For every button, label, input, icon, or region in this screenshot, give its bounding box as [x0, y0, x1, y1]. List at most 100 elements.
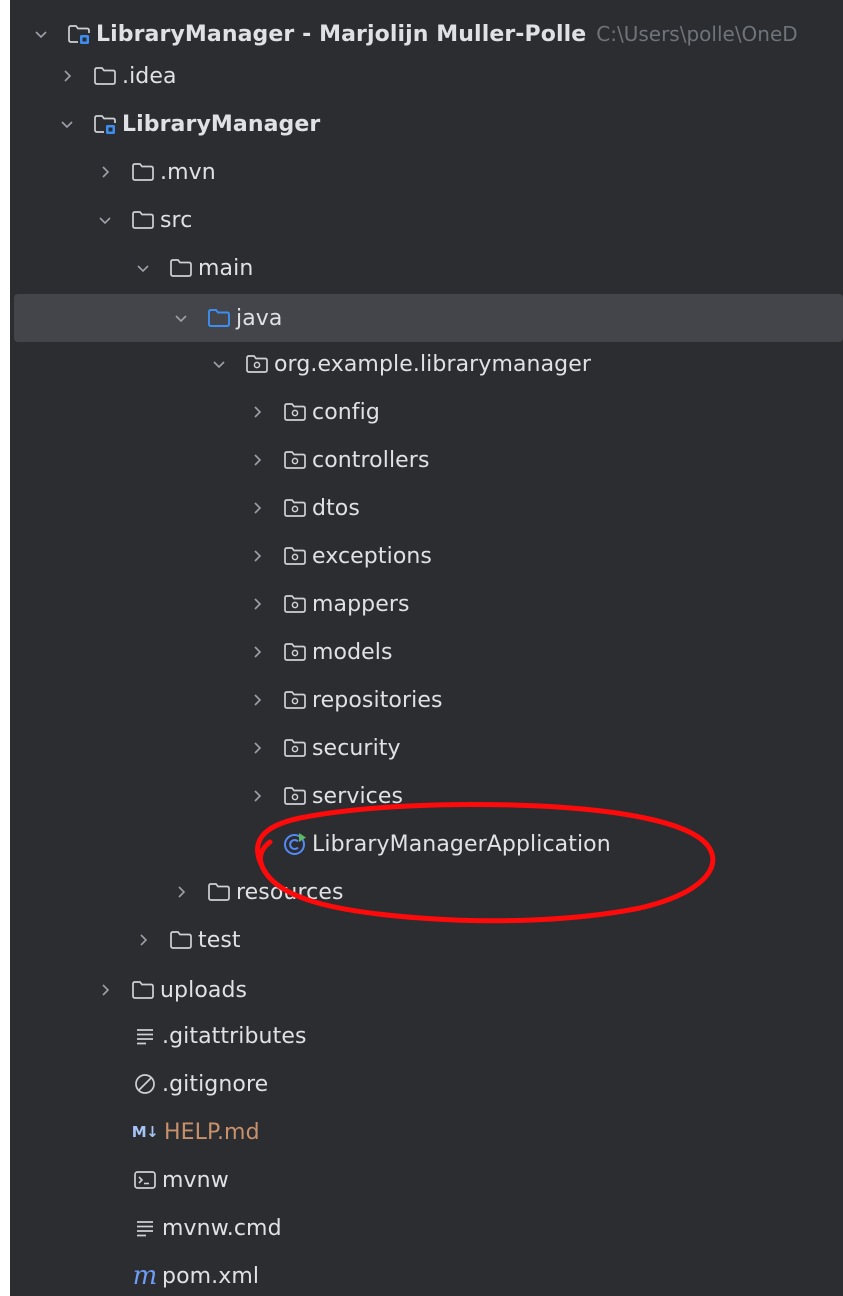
- tree-label: mvnw.cmd: [162, 1215, 282, 1241]
- tree-label: uploads: [160, 977, 248, 1003]
- tree-row-help-md[interactable]: M↓ HELP.md: [10, 1108, 843, 1156]
- tree-label: mvnw: [162, 1167, 229, 1193]
- chevron-down-icon[interactable]: [208, 353, 230, 375]
- chevron-down-icon[interactable]: [56, 113, 78, 135]
- chevron-right-icon[interactable]: [246, 641, 268, 663]
- tree-row-idea[interactable]: .idea: [10, 52, 843, 100]
- tree-row-exceptions[interactable]: exceptions: [10, 532, 843, 580]
- tree-label: .mvn: [160, 159, 216, 185]
- package-icon: [282, 495, 308, 521]
- tree-row-models[interactable]: models: [10, 628, 843, 676]
- tree-label: org.example.librarymanager: [274, 351, 592, 377]
- tree-label: resources: [236, 879, 344, 905]
- chevron-right-icon[interactable]: [132, 929, 154, 951]
- tree-label: main: [198, 255, 254, 281]
- tree-row-mvnw[interactable]: mvnw: [10, 1156, 843, 1204]
- tree-label: test: [198, 927, 241, 953]
- tree-label: HELP.md: [164, 1119, 260, 1145]
- tree-row-gitattributes[interactable]: .gitattributes: [10, 1012, 843, 1060]
- tree-row-project-root[interactable]: LibraryManager - Marjolijn Muller-Polle …: [10, 10, 843, 58]
- markdown-icon: M↓: [131, 1123, 159, 1141]
- chevron-down-icon[interactable]: [94, 209, 116, 231]
- tree-label: pom.xml: [162, 1263, 260, 1289]
- chevron-right-icon[interactable]: [246, 593, 268, 615]
- folder-icon: [130, 977, 156, 1003]
- spring-boot-application-icon: [282, 831, 308, 857]
- project-name: LibraryManager - Marjolijn Muller-Polle: [96, 21, 587, 47]
- terminal-file-icon: [132, 1167, 158, 1193]
- tree-row-mvn[interactable]: .mvn: [10, 148, 843, 196]
- project-tool-window: LibraryManager - Marjolijn Muller-Polle …: [10, 0, 843, 1296]
- folder-icon: [130, 207, 156, 233]
- tree-row-librarymanagerapplication[interactable]: LibraryManagerApplication: [10, 820, 843, 868]
- tree-row-mvnw-cmd[interactable]: mvnw.cmd: [10, 1204, 843, 1252]
- tree-row-uploads[interactable]: uploads: [10, 966, 843, 1014]
- tree-label: config: [312, 399, 380, 425]
- chevron-right-icon[interactable]: [246, 545, 268, 567]
- chevron-right-icon[interactable]: [246, 497, 268, 519]
- folder-icon: [130, 159, 156, 185]
- chevron-right-icon[interactable]: [246, 401, 268, 423]
- tree-label: .idea: [122, 63, 177, 89]
- package-icon: [282, 783, 308, 809]
- package-icon: [282, 639, 308, 665]
- tree-row-dtos[interactable]: dtos: [10, 484, 843, 532]
- tree-label: services: [312, 783, 404, 809]
- folder-icon: [168, 255, 194, 281]
- chevron-right-icon[interactable]: [94, 979, 116, 1001]
- chevron-right-icon[interactable]: [246, 737, 268, 759]
- chevron-right-icon[interactable]: [56, 65, 78, 87]
- chevron-right-icon[interactable]: [170, 881, 192, 903]
- package-icon: [282, 735, 308, 761]
- tree-label: LibraryManagerApplication: [312, 831, 611, 857]
- package-icon: [282, 687, 308, 713]
- tree-row-resources[interactable]: resources: [10, 868, 843, 916]
- tree-label: .gitignore: [162, 1071, 269, 1097]
- folder-icon: [206, 879, 232, 905]
- text-file-icon: [132, 1023, 158, 1049]
- package-icon: [282, 543, 308, 569]
- tree-label: mappers: [312, 591, 410, 617]
- tree-row-config[interactable]: config: [10, 388, 843, 436]
- tree-row-main[interactable]: main: [10, 244, 843, 292]
- tree-row-src[interactable]: src: [10, 196, 843, 244]
- tree-row-security[interactable]: security: [10, 724, 843, 772]
- chevron-right-icon[interactable]: [246, 689, 268, 711]
- text-file-icon: [132, 1215, 158, 1241]
- folder-icon: [168, 927, 194, 953]
- chevron-down-icon[interactable]: [30, 23, 52, 45]
- tree-label: models: [312, 639, 393, 665]
- tree-row-mappers[interactable]: mappers: [10, 580, 843, 628]
- tree-label: controllers: [312, 447, 430, 473]
- tree-row-pom-xml[interactable]: m pom.xml: [10, 1252, 843, 1296]
- tree-row-services[interactable]: services: [10, 772, 843, 820]
- maven-icon: m: [132, 1261, 158, 1291]
- chevron-right-icon[interactable]: [94, 161, 116, 183]
- tree-row-controllers[interactable]: controllers: [10, 436, 843, 484]
- package-icon: [282, 447, 308, 473]
- tree-label: exceptions: [312, 543, 432, 569]
- package-icon: [282, 591, 308, 617]
- chevron-right-icon[interactable]: [246, 449, 268, 471]
- ignore-file-icon: [132, 1071, 158, 1097]
- tree-label: LibraryManager: [122, 111, 321, 137]
- tree-row-repositories[interactable]: repositories: [10, 676, 843, 724]
- project-path: C:\Users\polle\OneD: [596, 22, 798, 46]
- source-folder-icon: [206, 305, 232, 331]
- tree-row-package-root[interactable]: org.example.librarymanager: [10, 340, 843, 388]
- tree-label: .gitattributes: [162, 1023, 307, 1049]
- tree-label: repositories: [312, 687, 443, 713]
- tree-row-test[interactable]: test: [10, 916, 843, 964]
- module-folder-icon: [66, 21, 92, 47]
- chevron-down-icon[interactable]: [132, 257, 154, 279]
- chevron-right-icon[interactable]: [246, 785, 268, 807]
- tree-row-java[interactable]: java: [14, 294, 843, 342]
- package-icon: [282, 399, 308, 425]
- tree-label: dtos: [312, 495, 360, 521]
- tree-label: security: [312, 735, 401, 761]
- tree-row-gitignore[interactable]: .gitignore: [10, 1060, 843, 1108]
- chevron-down-icon[interactable]: [170, 307, 192, 329]
- tree-row-librarymanager[interactable]: LibraryManager: [10, 100, 843, 148]
- folder-icon: [92, 63, 118, 89]
- package-icon: [244, 351, 270, 377]
